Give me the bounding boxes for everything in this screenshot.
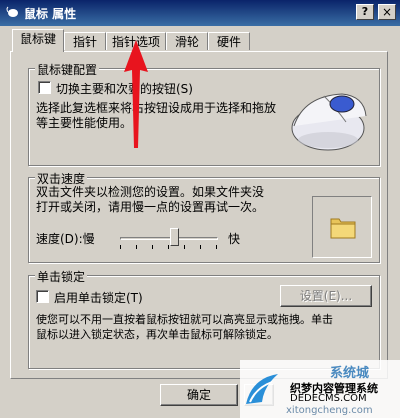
slider-tick	[168, 245, 169, 249]
tab-pointers[interactable]: 指针	[64, 32, 106, 50]
test-folder-area[interactable]	[312, 196, 372, 258]
watermark: 系统城 织梦内容管理系统 DEDECMS.COM xitongcheng.com	[240, 360, 400, 418]
watermark-line2: DEDECMS.COM	[290, 393, 367, 404]
mouse-icon	[6, 6, 18, 17]
fast-label: 快	[228, 232, 241, 246]
close-button[interactable]: ×	[378, 4, 396, 20]
click-lock-settings-button[interactable]: 设置(E)...	[280, 285, 372, 307]
slider-tick	[120, 245, 121, 249]
annotation-arrow-icon	[124, 40, 148, 148]
speed-slider-thumb[interactable]	[169, 228, 179, 246]
click-lock-title: 单击锁定	[35, 268, 88, 285]
click-lock-description-line2: 鼠标以进入锁定状态，再次单击鼠标可解除锁定。	[36, 328, 278, 341]
tab-hardware[interactable]: 硬件	[208, 32, 250, 50]
folder-icon	[330, 218, 356, 239]
title-bar: 鼠标 属性 ? ×	[0, 0, 400, 26]
click-lock-label: 启用单击锁定(T)	[54, 291, 143, 305]
window-title: 鼠标 属性	[24, 7, 77, 21]
tab-buttons[interactable]: 鼠标键	[12, 29, 64, 52]
watermark-url: xitongcheng.com	[286, 405, 373, 416]
slider-tick	[184, 245, 185, 249]
speed-label: 速度(D):慢	[36, 232, 95, 246]
click-lock-checkbox[interactable]	[36, 290, 49, 303]
tab-wheel[interactable]: 滑轮	[166, 32, 208, 50]
click-lock-description-line1: 使您可以不用一直按着鼠标按钮就可以高亮显示或拖拽。单击	[36, 313, 333, 326]
help-button[interactable]: ?	[356, 4, 374, 20]
slider-tick	[200, 245, 201, 249]
mouse-illustration-icon	[291, 93, 367, 151]
swap-buttons-checkbox[interactable]	[38, 81, 51, 94]
watermark-logo-icon	[246, 374, 278, 404]
double-click-description-line2: 打开或关闭，请用慢一点的设置再试一次。	[36, 200, 265, 214]
slider-tick	[136, 245, 137, 249]
watermark-brand: 系统城	[330, 366, 370, 381]
slider-tick	[152, 245, 153, 249]
slider-tick	[216, 245, 217, 249]
ok-button[interactable]: 确定	[160, 384, 238, 406]
button-config-title: 鼠标键配置	[35, 61, 100, 78]
